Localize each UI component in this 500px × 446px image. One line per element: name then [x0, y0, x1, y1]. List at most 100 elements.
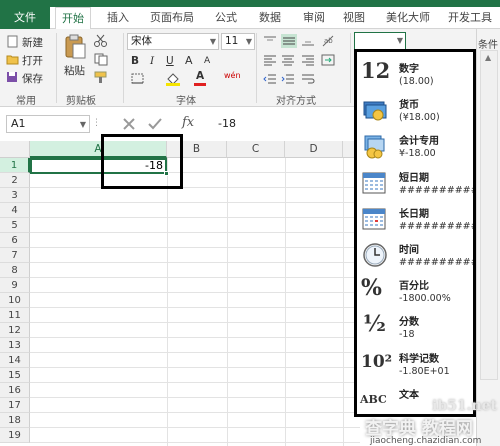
- align-left-icon[interactable]: [263, 54, 277, 66]
- fill-color-icon[interactable]: [165, 72, 181, 86]
- row-header[interactable]: 8: [0, 263, 30, 278]
- phonetic-button[interactable]: wén: [224, 71, 241, 80]
- number-format-dropdown: 12 数字 (18.00) 货币 (¥18.00) 会计专用 ¥-18.00 短日期 #####…: [354, 49, 476, 417]
- format-option[interactable]: 10² 科学记数 -1.80E+01: [357, 346, 473, 382]
- orientation-icon[interactable]: ab: [321, 34, 335, 48]
- increase-indent-icon[interactable]: [281, 73, 295, 85]
- accounting-icon: [362, 133, 388, 159]
- column-header-d[interactable]: D: [285, 141, 343, 158]
- cut-icon[interactable]: [94, 34, 107, 47]
- row-header[interactable]: 17: [0, 398, 30, 413]
- watermark-site: ib51.net: [432, 398, 498, 414]
- format-painter-icon[interactable]: [94, 71, 108, 84]
- row-header[interactable]: 12: [0, 323, 30, 338]
- row-header[interactable]: 10: [0, 293, 30, 308]
- tab-formulas[interactable]: 公式: [208, 7, 244, 29]
- format-option[interactable]: 长日期 ##########: [357, 201, 473, 237]
- wrap-text-icon[interactable]: [301, 73, 315, 85]
- tab-conditional-formatting[interactable]: 条件: [478, 36, 498, 51]
- row-header[interactable]: 19: [0, 428, 30, 443]
- row-header[interactable]: 16: [0, 383, 30, 398]
- ribbon-separator: [256, 33, 257, 103]
- tab-view[interactable]: 视图: [336, 7, 372, 29]
- svg-text:ab: ab: [324, 37, 333, 45]
- row-header[interactable]: 3: [0, 188, 30, 203]
- number-format-select[interactable]: ▼: [354, 32, 406, 50]
- shrink-font-button[interactable]: A: [204, 56, 210, 66]
- group-label-common: 常用: [16, 96, 36, 107]
- row-gridline: [30, 307, 360, 308]
- title-strip: [0, 0, 500, 7]
- vertical-scrollbar[interactable]: ▲: [480, 50, 498, 380]
- underline-button[interactable]: U: [166, 55, 174, 67]
- font-name-select[interactable]: 宋体 ▼: [127, 33, 219, 50]
- open-label: 打开: [22, 55, 43, 67]
- insert-function-button[interactable]: fx: [182, 115, 194, 130]
- format-option[interactable]: % 百分比 -1800.00%: [357, 273, 473, 309]
- cancel-icon[interactable]: [122, 117, 136, 131]
- scientific-icon: 10²: [361, 351, 393, 372]
- format-option-sample: -18: [399, 329, 415, 341]
- row-header[interactable]: 14: [0, 353, 30, 368]
- ribbon-tabs: 文件 开始 插入 页面布局 公式 数据 审阅 视图 美化大师 开发工具: [0, 7, 500, 30]
- row-gridline: [30, 367, 360, 368]
- tab-beautify[interactable]: 美化大师: [380, 7, 436, 29]
- tab-data[interactable]: 数据: [252, 7, 288, 29]
- merge-center-icon[interactable]: [321, 54, 335, 66]
- row-header[interactable]: 6: [0, 233, 30, 248]
- tab-home[interactable]: 开始: [55, 7, 91, 30]
- name-box[interactable]: A1 ▼: [6, 115, 90, 133]
- italic-button[interactable]: I: [150, 55, 154, 67]
- row-header[interactable]: 18: [0, 413, 30, 428]
- format-option-name: 数字: [399, 64, 419, 75]
- row-header[interactable]: 13: [0, 338, 30, 353]
- ribbon-separator: [123, 33, 124, 103]
- font-color-swatch: [194, 83, 206, 86]
- decrease-indent-icon[interactable]: [263, 73, 277, 85]
- align-bottom-icon[interactable]: [301, 35, 315, 47]
- scroll-up-icon[interactable]: ▲: [485, 53, 491, 62]
- enter-check-icon[interactable]: [148, 117, 162, 131]
- format-option-sample: ##########: [399, 184, 476, 196]
- copy-icon[interactable]: [94, 53, 108, 66]
- row-header[interactable]: 5: [0, 218, 30, 233]
- row-header[interactable]: 11: [0, 308, 30, 323]
- align-center-icon[interactable]: [281, 54, 295, 66]
- format-option[interactable]: 12 数字 (18.00): [357, 56, 473, 92]
- text-format-icon: ABC: [360, 392, 387, 406]
- row-gridline: [30, 187, 360, 188]
- paste-icon: [65, 34, 86, 59]
- row-header[interactable]: 2: [0, 173, 30, 188]
- tab-file[interactable]: 文件: [0, 7, 50, 29]
- format-option[interactable]: 短日期 ##########: [357, 165, 473, 201]
- group-label-clipboard: 剪贴板: [66, 96, 96, 107]
- format-option-name: 科学记数: [399, 353, 439, 365]
- format-option[interactable]: 会计专用 ¥-18.00: [357, 128, 473, 164]
- formula-input[interactable]: -18: [218, 117, 236, 130]
- format-option-sample: ##########: [399, 220, 476, 232]
- format-option[interactable]: ½ 分数 -18: [357, 309, 473, 345]
- column-header-c[interactable]: C: [227, 141, 285, 158]
- format-option[interactable]: 时间 ##########: [357, 237, 473, 273]
- grow-font-button[interactable]: A: [185, 54, 193, 67]
- row-header[interactable]: 7: [0, 248, 30, 263]
- border-icon[interactable]: [131, 73, 145, 85]
- align-top-icon[interactable]: [263, 35, 277, 47]
- chevron-down-icon: ▼: [79, 120, 86, 129]
- formula-controls: fx -18: [100, 115, 360, 133]
- row-header[interactable]: 9: [0, 278, 30, 293]
- row-header[interactable]: 1: [0, 158, 30, 173]
- align-right-icon[interactable]: [301, 54, 315, 66]
- row-header[interactable]: 15: [0, 368, 30, 383]
- tab-page-layout[interactable]: 页面布局: [144, 7, 200, 29]
- new-file-icon: [7, 35, 18, 48]
- format-option[interactable]: 货币 (¥18.00): [357, 92, 473, 128]
- tab-review[interactable]: 审阅: [296, 7, 332, 29]
- tab-developer[interactable]: 开发工具: [442, 7, 498, 29]
- select-all-corner[interactable]: [0, 141, 30, 158]
- align-middle-icon[interactable]: [281, 34, 297, 48]
- row-header[interactable]: 4: [0, 203, 30, 218]
- font-size-select[interactable]: 11 ▼: [221, 33, 255, 50]
- bold-button[interactable]: B: [131, 55, 139, 67]
- tab-insert[interactable]: 插入: [100, 7, 136, 29]
